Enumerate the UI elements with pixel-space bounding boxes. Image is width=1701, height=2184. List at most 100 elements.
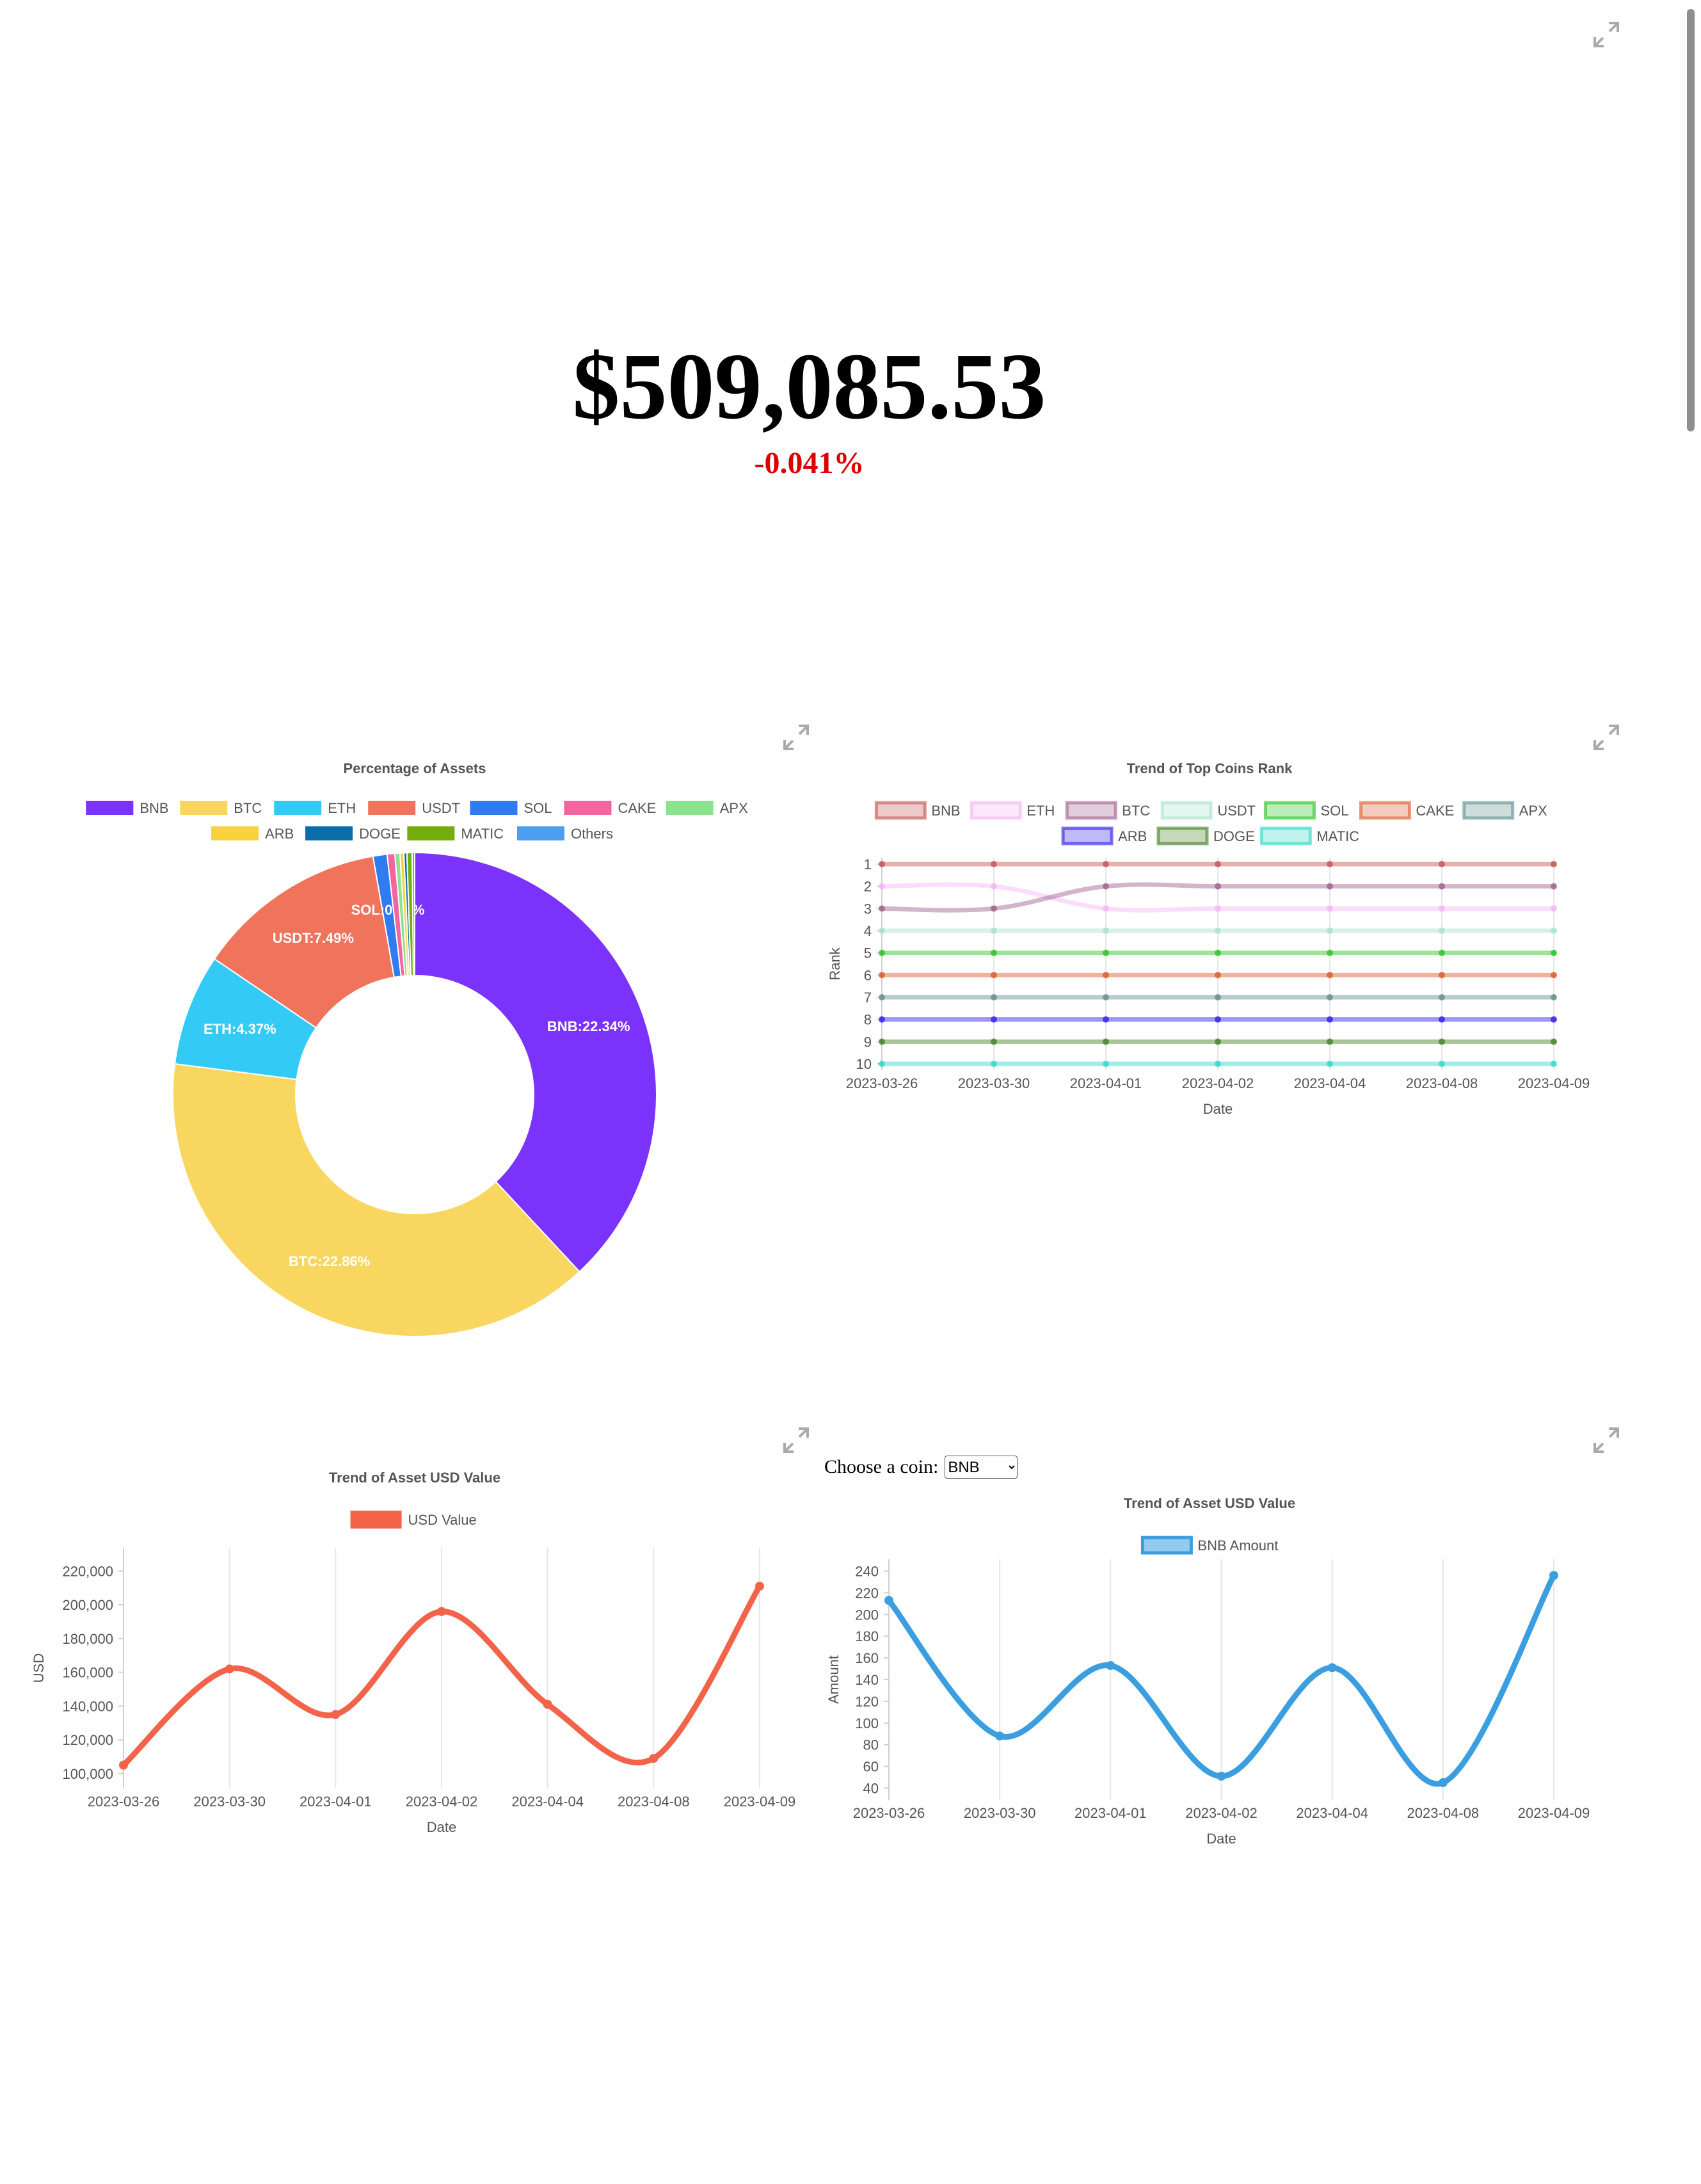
data-point — [649, 1754, 659, 1763]
legend-label: MATIC — [1316, 828, 1359, 844]
slice-label: ETH:4.37% — [204, 1021, 276, 1037]
y-tick-label: 180,000 — [62, 1631, 113, 1647]
data-point — [1551, 1038, 1557, 1045]
y-tick-label: 200 — [855, 1607, 879, 1623]
data-point — [1103, 949, 1109, 956]
rank-trend-chart: Trend of Top Coins Rank BNB ETH BTC USDT SOL C… — [827, 760, 1590, 1117]
chart-title: Trend of Asset USD Value — [329, 1470, 500, 1486]
x-tick-label: 2023-04-08 — [618, 1794, 690, 1810]
legend-swatch — [407, 826, 455, 840]
legend-swatch — [1061, 826, 1114, 846]
legend-swatch — [1160, 801, 1213, 820]
y-tick-label: 9 — [864, 1034, 872, 1050]
y-tick-label: 240 — [855, 1563, 879, 1579]
y-tick-label: 120 — [855, 1694, 879, 1710]
data-point — [1103, 883, 1109, 890]
data-point — [879, 1061, 885, 1067]
x-tick-label: 2023-03-30 — [193, 1794, 266, 1810]
y-tick-label: 6 — [864, 967, 872, 983]
x-tick-label: 2023-04-04 — [1294, 1075, 1366, 1091]
legend-swatch — [1259, 826, 1312, 846]
data-point — [991, 972, 997, 979]
portfolio-change-percent: -0.041% — [754, 446, 865, 480]
data-point — [1215, 949, 1221, 956]
x-tick-label: 2023-04-04 — [1296, 1805, 1368, 1821]
data-point — [991, 1061, 997, 1067]
y-tick-label: 10 — [856, 1056, 872, 1072]
legend-swatch — [564, 801, 612, 815]
data-point — [1551, 994, 1557, 1000]
y-tick-label: 160,000 — [62, 1665, 113, 1681]
data-point — [1439, 927, 1445, 934]
coin-amount-chart: Trend of Asset USD Value BNB Amount 2023-0… — [826, 1495, 1590, 1847]
chart-title: Trend of Top Coins Rank — [1127, 760, 1293, 776]
coin-picker-label: Choose a coin: — [824, 1456, 939, 1477]
data-point — [991, 1016, 997, 1023]
data-point — [1549, 1571, 1558, 1580]
y-tick-label: 3 — [864, 901, 872, 917]
legend-label: CAKE — [1416, 803, 1454, 819]
expand-arrows-icon[interactable] — [1592, 1426, 1620, 1454]
x-tick-label: 2023-04-01 — [1070, 1075, 1142, 1091]
y-axis-title: Amount — [826, 1655, 842, 1704]
data-point — [991, 861, 997, 867]
y-tick-label: 140,000 — [62, 1698, 113, 1714]
data-point — [1551, 949, 1557, 956]
x-tick-label: 2023-04-02 — [1182, 1075, 1254, 1091]
expand-arrows-icon[interactable] — [1592, 20, 1620, 49]
legend-swatch — [470, 801, 518, 815]
data-point — [879, 1038, 885, 1045]
y-axis-title: Rank — [827, 947, 843, 980]
x-tick-label: 2023-04-09 — [724, 1794, 796, 1810]
data-point — [879, 927, 885, 934]
data-point — [437, 1607, 446, 1616]
y-tick-label: 180 — [855, 1628, 879, 1644]
y-tick-label: 80 — [863, 1737, 879, 1753]
data-point — [1327, 994, 1333, 1000]
y-tick-label: 8 — [864, 1012, 872, 1028]
coin-select[interactable]: BNB — [945, 1456, 1018, 1479]
x-axis-title: Date — [427, 1819, 456, 1835]
legend-label: USDT — [422, 800, 460, 816]
data-point — [1438, 1778, 1448, 1788]
legend-label: SOL — [523, 800, 552, 816]
y-tick-label: 120,000 — [62, 1732, 113, 1748]
x-tick-label: 2023-03-30 — [958, 1075, 1030, 1091]
usd-value-chart: Trend of Asset USD Value USD Value 2023-03… — [31, 1470, 796, 1835]
legend-label: BTC — [234, 800, 262, 816]
data-point — [1215, 972, 1221, 979]
data-point — [995, 1731, 1005, 1741]
legend-swatch — [1140, 1536, 1193, 1555]
slice-label: USDT:7.49% — [273, 930, 354, 946]
data-point — [991, 883, 997, 890]
data-point — [1439, 1038, 1445, 1045]
data-point — [1551, 927, 1557, 934]
x-tick-label: 2023-04-09 — [1518, 1075, 1590, 1091]
chart-title: Percentage of Assets — [344, 760, 486, 776]
legend-swatch — [274, 801, 322, 815]
data-point — [1215, 861, 1221, 867]
legend-label: USDT — [1217, 803, 1256, 819]
data-point — [1551, 972, 1557, 979]
data-point — [991, 949, 997, 956]
y-tick-label: 60 — [863, 1759, 879, 1775]
slice-label: BNB:22.34% — [547, 1018, 630, 1034]
data-point — [1327, 905, 1333, 912]
y-axis-title: USD — [31, 1653, 47, 1683]
data-point — [991, 905, 997, 912]
expand-arrows-icon[interactable] — [782, 1426, 810, 1454]
page-scrollbar[interactable] — [1682, 0, 1701, 2184]
data-point — [1551, 1016, 1557, 1023]
scrollbar-thumb[interactable] — [1687, 9, 1695, 431]
legend-label: USD Value — [408, 1512, 477, 1528]
y-tick-label: 140 — [855, 1672, 879, 1688]
data-point — [1327, 883, 1333, 890]
x-tick-label: 2023-03-26 — [88, 1794, 160, 1810]
data-point — [1215, 927, 1221, 934]
assets-donut-chart: Percentage of Assets BNB BTC ETH USDT SOL CAKE… — [86, 760, 748, 1337]
data-point — [879, 1016, 885, 1023]
data-point — [1327, 949, 1333, 956]
data-point — [1327, 1663, 1337, 1673]
legend-label: APX — [720, 800, 748, 816]
data-point — [1551, 905, 1557, 912]
